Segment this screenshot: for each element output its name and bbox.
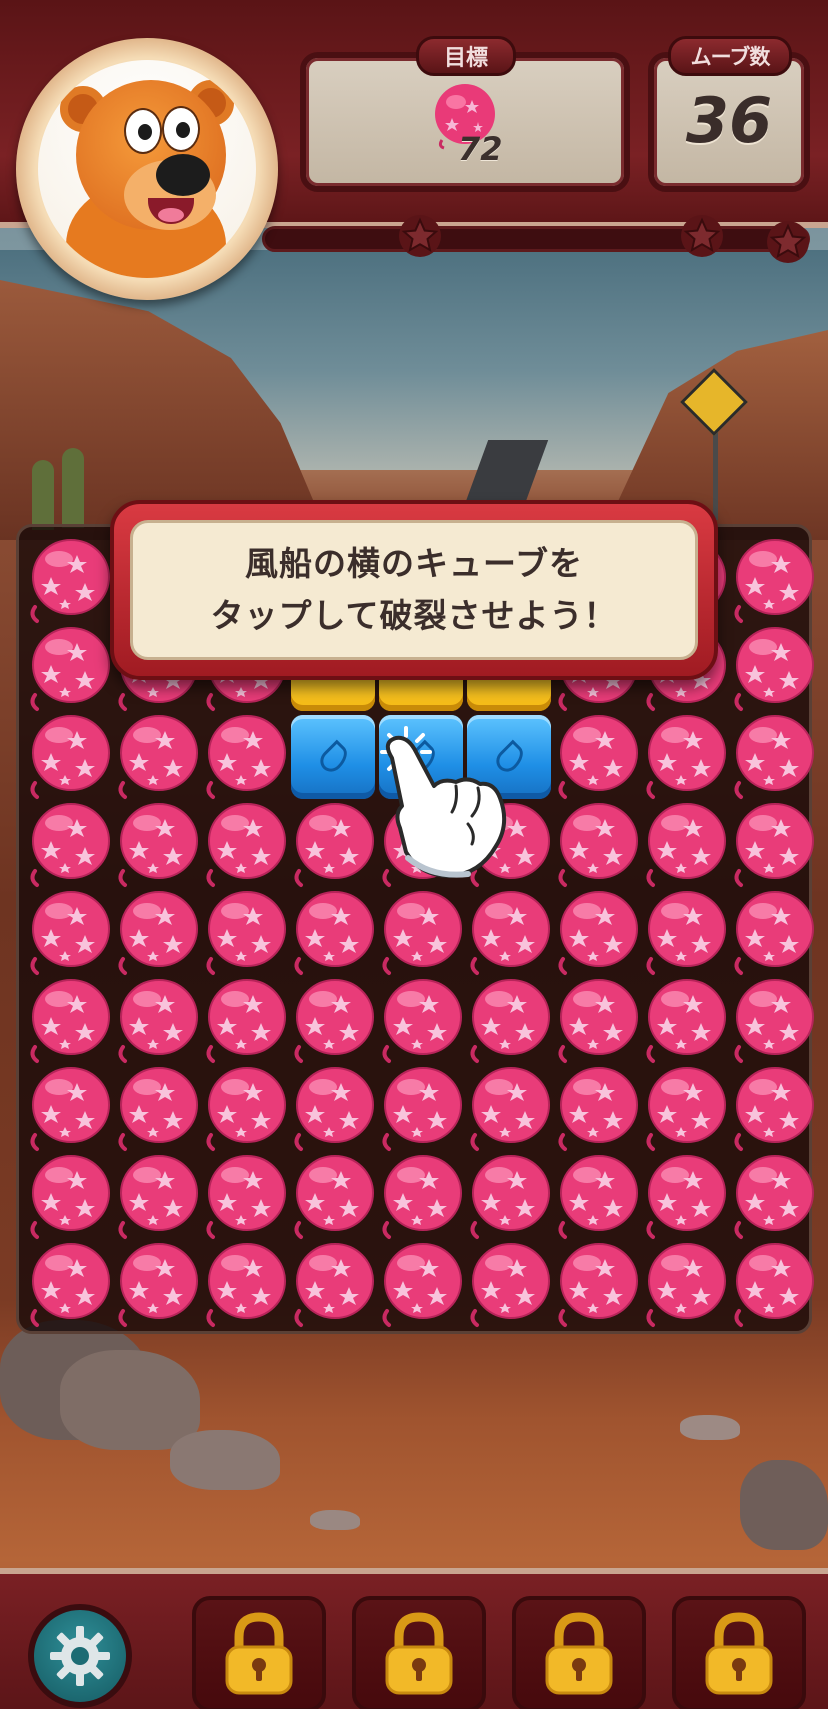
rock: [740, 1460, 828, 1550]
balloon-tile[interactable]: [201, 1153, 289, 1241]
moves-label: ムーブ数: [668, 36, 792, 76]
progress-star-icon: [399, 215, 441, 257]
balloon-tile[interactable]: [289, 1153, 377, 1241]
padlock-icon: [225, 1612, 293, 1695]
padlock-icon: [705, 1612, 773, 1695]
balloon-tile[interactable]: [641, 801, 729, 889]
balloon-tile[interactable]: [113, 1153, 201, 1241]
balloon-tile[interactable]: [289, 1065, 377, 1153]
progress-star-icon: [681, 215, 723, 257]
balloon-tile[interactable]: [113, 889, 201, 977]
tutorial-message: 風船の横のキューブを タップして破裂させよう！: [130, 520, 698, 660]
balloon-tile[interactable]: [25, 1241, 113, 1329]
settings-button[interactable]: [28, 1604, 132, 1708]
balloon-tile[interactable]: [113, 1065, 201, 1153]
droplet-icon: [315, 739, 353, 777]
balloon-tile[interactable]: [729, 1241, 817, 1329]
balloon-tile[interactable]: [729, 537, 817, 625]
balloon-tile[interactable]: [553, 889, 641, 977]
balloon-tile[interactable]: [377, 1241, 465, 1329]
tutorial-line-1: 風船の横のキューブを: [244, 544, 584, 583]
booster-slot-1[interactable]: [192, 1596, 326, 1709]
balloon-tile[interactable]: [553, 1241, 641, 1329]
balloon-tile[interactable]: [465, 889, 553, 977]
cactus: [32, 460, 54, 530]
balloon-tile[interactable]: [113, 713, 201, 801]
balloon-tile[interactable]: [553, 713, 641, 801]
booster-slot-3[interactable]: [512, 1596, 646, 1709]
tutorial-line-2: タップして破裂させよう！: [210, 596, 618, 635]
balloon-tile[interactable]: [465, 1241, 553, 1329]
balloon-tile[interactable]: [553, 801, 641, 889]
balloon-tile[interactable]: [641, 713, 729, 801]
balloon-tile[interactable]: [201, 713, 289, 801]
balloon-tile[interactable]: [201, 801, 289, 889]
balloon-tile[interactable]: [201, 1065, 289, 1153]
balloon-tile[interactable]: [553, 977, 641, 1065]
rock: [60, 1350, 200, 1450]
balloon-tile[interactable]: [641, 1153, 729, 1241]
score-progress-bar: [262, 226, 810, 252]
balloon-tile[interactable]: [465, 1153, 553, 1241]
balloon-tile[interactable]: [113, 977, 201, 1065]
balloon-tile[interactable]: [641, 1241, 729, 1329]
balloon-tile[interactable]: [729, 625, 817, 713]
blue-cube-tile[interactable]: [291, 715, 375, 799]
balloon-tile[interactable]: [465, 977, 553, 1065]
moves-panel: ムーブ数 36: [648, 36, 810, 192]
balloon-tile[interactable]: [289, 1241, 377, 1329]
gear-icon: [50, 1626, 110, 1686]
balloon-tile[interactable]: [553, 1153, 641, 1241]
balloon-tile[interactable]: [25, 801, 113, 889]
cactus: [62, 448, 84, 528]
booster-slot-2[interactable]: [352, 1596, 486, 1709]
rock: [170, 1430, 280, 1490]
balloon-tile[interactable]: [377, 1065, 465, 1153]
pointing-hand-icon: [385, 735, 507, 878]
balloon-tile[interactable]: [465, 1065, 553, 1153]
balloon-tile[interactable]: [25, 625, 113, 713]
balloon-tile[interactable]: [25, 713, 113, 801]
balloon-tile[interactable]: [201, 889, 289, 977]
balloon-tile[interactable]: [25, 537, 113, 625]
balloon-tile[interactable]: [553, 1065, 641, 1153]
character-avatar: [16, 38, 278, 300]
balloon-tile[interactable]: [641, 977, 729, 1065]
balloon-tile[interactable]: [729, 801, 817, 889]
balloon-tile[interactable]: [641, 889, 729, 977]
padlock-icon: [385, 1612, 453, 1695]
balloon-tile[interactable]: [201, 1241, 289, 1329]
bottom-bar: [0, 1568, 828, 1709]
balloon-tile[interactable]: [113, 801, 201, 889]
bear-character: [38, 60, 256, 278]
balloon-tile[interactable]: [729, 977, 817, 1065]
rock: [310, 1510, 360, 1530]
balloon-tile[interactable]: [289, 977, 377, 1065]
balloon-tile[interactable]: [289, 801, 377, 889]
balloon-tile[interactable]: [729, 713, 817, 801]
goal-label: 目標: [416, 36, 516, 76]
balloon-tile[interactable]: [377, 977, 465, 1065]
balloon-tile[interactable]: [641, 1065, 729, 1153]
progress-star-icon: [767, 221, 809, 263]
balloon-tile[interactable]: [201, 977, 289, 1065]
padlock-icon: [545, 1612, 613, 1695]
rock: [680, 1415, 740, 1440]
balloon-tile[interactable]: [729, 889, 817, 977]
balloon-tile[interactable]: [25, 1065, 113, 1153]
balloon-tile[interactable]: [377, 889, 465, 977]
balloon-tile[interactable]: [729, 1065, 817, 1153]
balloon-tile[interactable]: [113, 1241, 201, 1329]
balloon-tile[interactable]: [289, 889, 377, 977]
goal-count: 72: [458, 130, 503, 168]
moves-count: 36: [685, 84, 773, 157]
balloon-tile[interactable]: [25, 1153, 113, 1241]
booster-slot-4[interactable]: [672, 1596, 806, 1709]
balloon-tile[interactable]: [729, 1153, 817, 1241]
balloon-tile[interactable]: [25, 889, 113, 977]
tutorial-banner: 風船の横のキューブを タップして破裂させよう！: [110, 500, 718, 680]
balloon-tile[interactable]: [377, 1153, 465, 1241]
goal-panel: 目標 72: [300, 36, 630, 192]
balloon-tile[interactable]: [25, 977, 113, 1065]
